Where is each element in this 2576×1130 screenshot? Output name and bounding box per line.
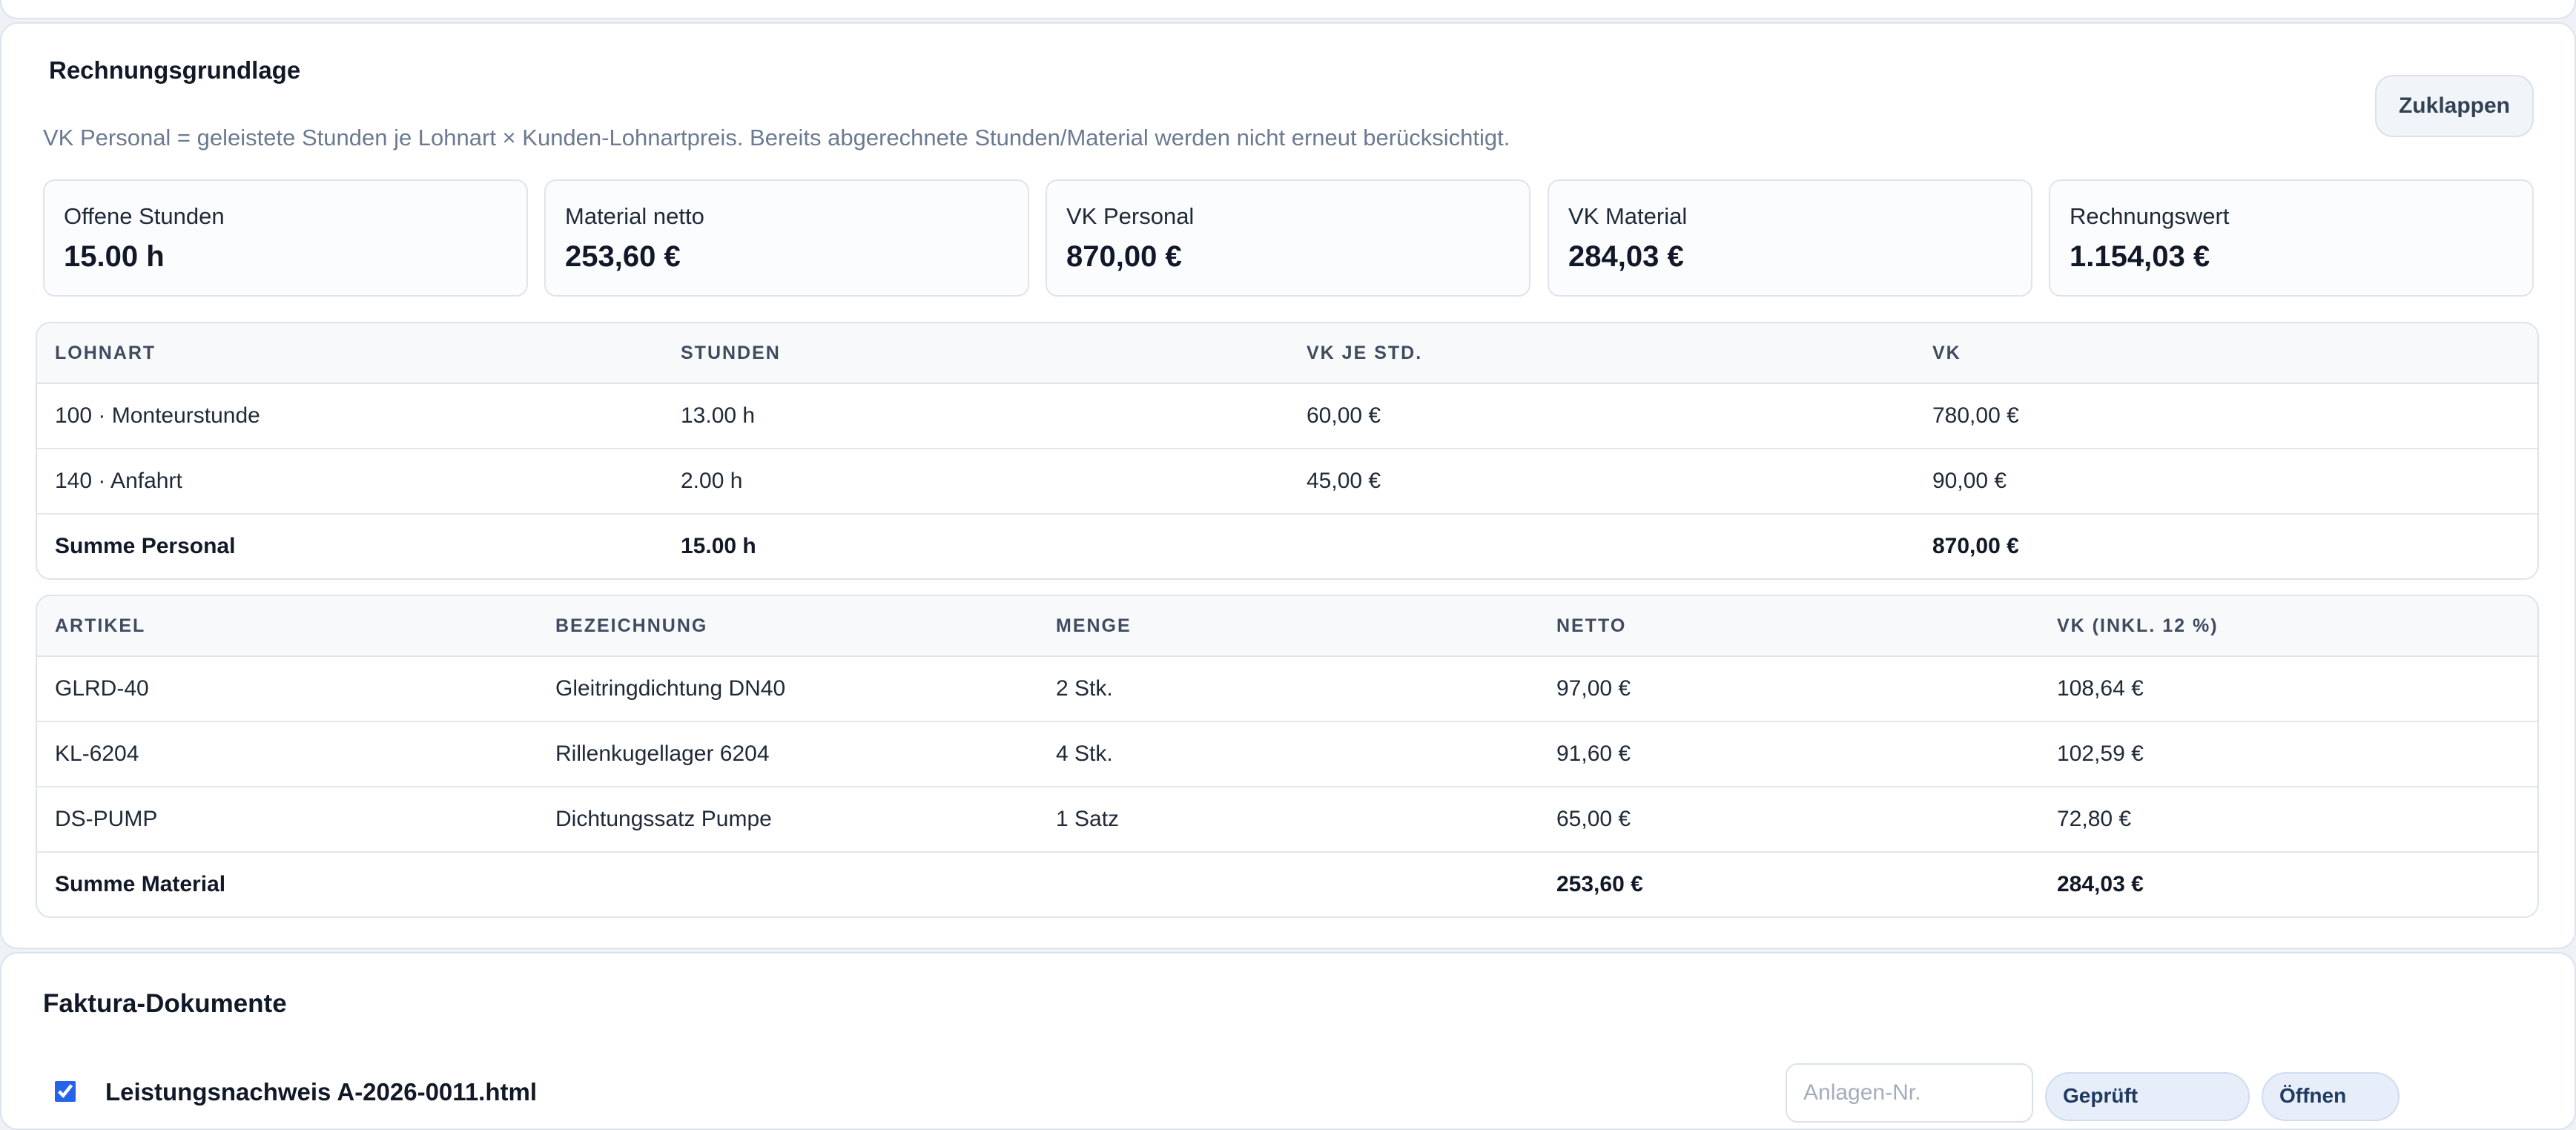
table-header-row: LOHNART STUNDEN VK JE STD. VK <box>37 323 2537 384</box>
stat-value: 284,03 € <box>1568 240 1684 273</box>
cell-menge: 2 Stk. <box>1056 676 1113 701</box>
status-badge: Geprüft <box>2045 1072 2250 1121</box>
document-name: Leistungsnachweis A-2026-0011.html <box>105 1078 537 1106</box>
document-select-checkbox[interactable] <box>55 1081 76 1102</box>
cell-lohnart: 140 · Anfahrt <box>55 469 182 493</box>
cell-bezeichnung: Dichtungssatz Pumpe <box>555 807 772 831</box>
stat-label: VK Personal <box>1066 203 1195 229</box>
cell-netto: 91,60 € <box>1556 741 1631 766</box>
total-label: Summe Material <box>55 872 226 896</box>
total-vk: 870,00 € <box>1932 534 2019 558</box>
cell-artikel: DS-PUMP <box>55 807 158 831</box>
stat-value: 1.154,03 € <box>2070 240 2210 273</box>
column-header-bezeichnung: BEZEICHNUNG <box>555 615 708 636</box>
column-header-menge: MENGE <box>1056 615 1132 636</box>
total-row-personal: Summe Personal 15.00 h 870,00 € <box>37 515 2537 578</box>
column-header-netto: NETTO <box>1556 615 1627 636</box>
total-netto: 253,60 € <box>1556 872 1643 896</box>
stat-card-open-hours: Offene Stunden 15.00 h <box>43 179 528 297</box>
stat-label: Material netto <box>565 203 704 229</box>
total-hours: 15.00 h <box>681 534 756 558</box>
total-vk: 284,03 € <box>2057 872 2144 896</box>
cell-vk: 108,64 € <box>2057 676 2144 701</box>
column-header-vk: VK <box>1932 343 1961 363</box>
column-header-vk-inkl: VK (INKL. 12 %) <box>2057 615 2219 636</box>
table-header-row: ARTIKEL BEZEICHNUNG MENGE NETTO VK (INKL… <box>37 596 2537 657</box>
section-title: Rechnungsgrundlage <box>49 56 301 84</box>
collapse-button[interactable]: Zuklappen <box>2375 75 2534 137</box>
column-header-lohnart: LOHNART <box>55 343 156 363</box>
column-header-stunden: STUNDEN <box>681 343 781 363</box>
material-table: ARTIKEL BEZEICHNUNG MENGE NETTO VK (INKL… <box>36 595 2539 918</box>
cell-menge: 4 Stk. <box>1056 741 1113 766</box>
cell-menge: 1 Satz <box>1056 807 1120 831</box>
table-row: GLRD-40 Gleitringdichtung DN40 2 Stk. 97… <box>37 657 2537 722</box>
cell-vk: 780,00 € <box>1932 403 2019 428</box>
faktura-section-title: Faktura-Dokumente <box>43 989 287 1018</box>
stat-label: Rechnungswert <box>2070 203 2230 229</box>
cell-stunden: 2.00 h <box>681 469 743 493</box>
table-row: 100 · Monteurstunde 13.00 h 60,00 € 780,… <box>37 384 2537 449</box>
cell-vk: 90,00 € <box>1932 469 2007 493</box>
stat-value: 15.00 h <box>64 240 165 273</box>
stat-value: 253,60 € <box>565 240 681 273</box>
column-header-artikel: ARTIKEL <box>55 615 146 636</box>
open-document-button[interactable]: Öffnen <box>2262 1072 2400 1121</box>
stat-card-vk-material: VK Material 284,03 € <box>1548 179 2032 297</box>
cell-stunden: 13.00 h <box>681 403 756 428</box>
table-row: DS-PUMP Dichtungssatz Pumpe 1 Satz 65,00… <box>37 787 2537 853</box>
cell-vk: 72,80 € <box>2057 807 2132 831</box>
cell-lohnart: 100 · Monteurstunde <box>55 403 260 428</box>
stat-card-invoice-value: Rechnungswert 1.154,03 € <box>2049 179 2534 297</box>
table-row: KL-6204 Rillenkugellager 6204 4 Stk. 91,… <box>37 722 2537 787</box>
cell-vk-je-std: 60,00 € <box>1307 403 1381 428</box>
stat-label: VK Material <box>1568 203 1688 229</box>
cell-vk-je-std: 45,00 € <box>1307 469 1381 493</box>
stat-card-material-net: Material netto 253,60 € <box>544 179 1029 297</box>
cell-vk: 102,59 € <box>2057 741 2144 766</box>
stat-value: 870,00 € <box>1066 240 1182 273</box>
cell-artikel: KL-6204 <box>55 741 139 766</box>
total-label: Summe Personal <box>55 534 236 558</box>
previous-card <box>0 0 2576 19</box>
stat-card-vk-personal: VK Personal 870,00 € <box>1046 179 1530 297</box>
calculation-hint: VK Personal = geleistete Stunden je Lohn… <box>43 125 1510 151</box>
column-header-vk-je-std: VK JE STD. <box>1307 343 1423 363</box>
stat-label: Offene Stunden <box>64 203 225 229</box>
table-row: 140 · Anfahrt 2.00 h 45,00 € 90,00 € <box>37 449 2537 515</box>
cell-netto: 65,00 € <box>1556 807 1631 831</box>
cell-bezeichnung: Rillenkugellager 6204 <box>555 741 770 766</box>
total-row-material: Summe Material 253,60 € 284,03 € <box>37 853 2537 916</box>
cell-artikel: GLRD-40 <box>55 676 149 701</box>
anlagen-nr-input[interactable] <box>1786 1063 2033 1123</box>
cell-bezeichnung: Gleitringdichtung DN40 <box>555 676 786 701</box>
labor-table: LOHNART STUNDEN VK JE STD. VK 100 · Mont… <box>36 322 2539 580</box>
cell-netto: 97,00 € <box>1556 676 1631 701</box>
